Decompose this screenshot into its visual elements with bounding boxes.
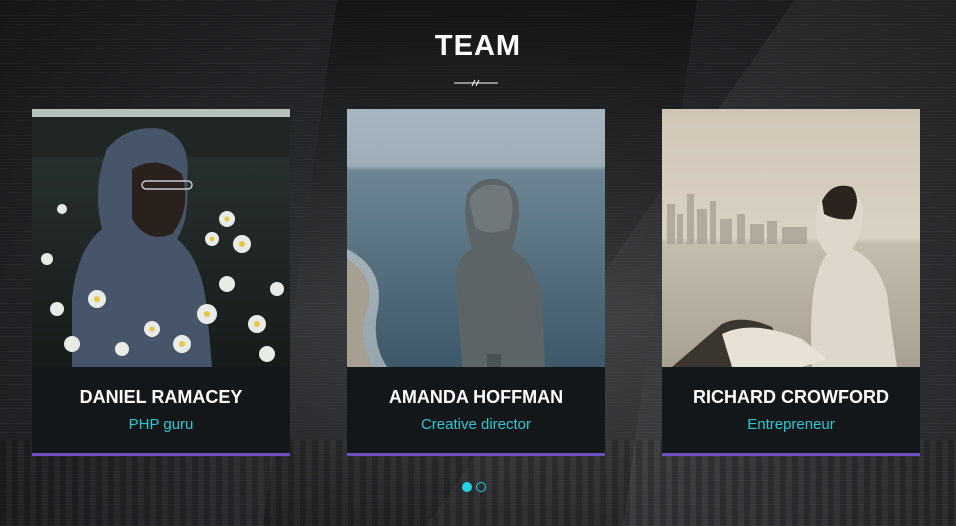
team-photo-richard xyxy=(662,109,920,367)
member-name: DANIEL RAMACEY xyxy=(79,387,243,407)
member-role: Creative director xyxy=(420,416,532,433)
member-name: RICHARD CROWFORD xyxy=(693,387,889,407)
team-photo-daniel xyxy=(32,109,290,367)
card-accent-bar xyxy=(662,453,920,456)
carousel-dot-2[interactable] xyxy=(476,482,486,492)
carousel-pagination xyxy=(462,482,502,494)
team-card[interactable]: RICHARD CROWFORD Entrepreneur xyxy=(662,109,920,456)
member-role: PHP guru xyxy=(128,416,194,433)
card-accent-bar xyxy=(347,453,605,456)
member-name: AMANDA HOFFMAN xyxy=(388,387,564,407)
team-card[interactable]: AMANDA HOFFMAN Creative director xyxy=(347,109,605,456)
carousel-dot-1[interactable] xyxy=(462,482,472,492)
member-role: Entrepreneur xyxy=(747,416,835,433)
title-divider xyxy=(454,79,498,87)
team-photo-amanda xyxy=(347,109,605,367)
card-accent-bar xyxy=(32,453,290,456)
section-title: TEAM xyxy=(434,30,522,62)
team-card[interactable]: DANIEL RAMACEY PHP guru xyxy=(32,109,290,456)
